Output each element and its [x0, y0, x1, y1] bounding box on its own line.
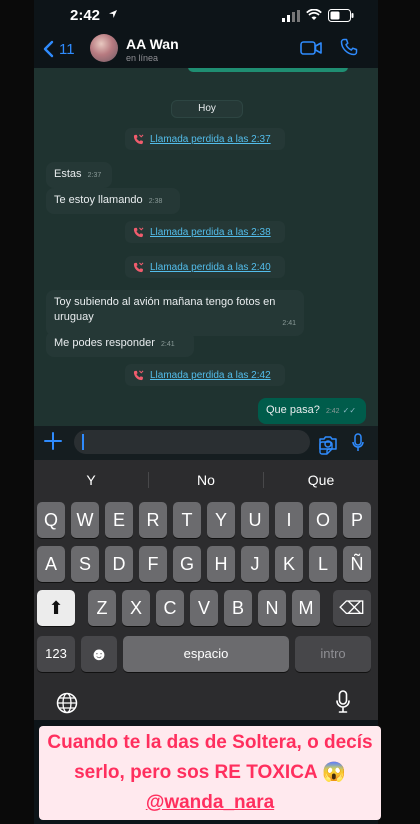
caption-mention[interactable]: @wanda_nara — [146, 792, 274, 813]
battery-icon — [328, 9, 354, 22]
back-button[interactable]: 11 — [42, 40, 75, 58]
caption-line-2: serlo, pero sos RE TOXICA 😱 — [74, 762, 346, 783]
delete-key[interactable]: ⌫ — [333, 590, 371, 626]
missed-call-notice[interactable]: Llamada perdida a las 2:42 — [125, 364, 285, 386]
space-bar[interactable]: espacio — [123, 636, 289, 672]
message-time: 2:42 — [325, 408, 340, 415]
key-l[interactable]: L — [309, 546, 337, 582]
message-input-bar — [34, 426, 378, 460]
missed-call-icon — [133, 370, 144, 380]
emoji-key[interactable]: ☻ — [81, 636, 117, 672]
plus-icon[interactable] — [44, 432, 62, 450]
key-d[interactable]: D — [105, 546, 133, 582]
missed-call-label: Llamada perdida a las 2:40 — [150, 261, 271, 273]
unread-count: 11 — [59, 40, 75, 58]
signal-icon — [282, 10, 300, 22]
globe-icon[interactable] — [56, 692, 78, 714]
message-text: Me podes responder — [54, 337, 155, 349]
key-t[interactable]: T — [173, 502, 201, 538]
key-r[interactable]: R — [139, 502, 167, 538]
status-bar: 2:42 — [34, 0, 378, 32]
suggestion-2[interactable]: No — [149, 470, 263, 490]
chat-area[interactable]: Hoy Llamada perdida a las 2:37 Estas 2:3… — [34, 68, 378, 426]
key-k[interactable]: K — [275, 546, 303, 582]
story-caption: Cuando te la das de Soltera, o decís ser… — [0, 722, 420, 824]
incoming-message[interactable]: Toy subiendo al avión mañana tengo fotos… — [46, 290, 304, 336]
chevron-left-icon — [43, 40, 54, 58]
message-text: Toy subiendo al avión mañana tengo fotos… — [54, 296, 276, 323]
key-n[interactable]: N — [258, 590, 286, 626]
key-w[interactable]: W — [71, 502, 99, 538]
key-s[interactable]: S — [71, 546, 99, 582]
shift-key[interactable]: ⬆ — [37, 590, 75, 626]
chat-header: 11 AA Wan en línea — [34, 32, 378, 68]
suggestion-3[interactable]: Que — [264, 470, 378, 490]
video-call-icon[interactable] — [300, 41, 322, 55]
key-a[interactable]: A — [37, 546, 65, 582]
key-f[interactable]: F — [139, 546, 167, 582]
key-e[interactable]: E — [105, 502, 133, 538]
key-v[interactable]: V — [190, 590, 218, 626]
key-x[interactable]: X — [122, 590, 150, 626]
missed-call-icon — [133, 227, 144, 237]
incoming-message[interactable]: Me podes responder 2:41 — [46, 331, 194, 357]
read-receipt-icon: ✓✓ — [342, 406, 357, 415]
text-cursor — [82, 434, 84, 450]
contact-avatar[interactable] — [90, 34, 118, 62]
numbers-key[interactable]: 123 — [37, 636, 75, 672]
message-time: 2:41 — [282, 320, 296, 327]
message-time: 2:41 — [161, 341, 175, 348]
previous-message-edge — [188, 68, 348, 72]
missed-call-notice[interactable]: Llamada perdida a las 2:37 — [125, 128, 285, 150]
missed-call-icon — [133, 134, 144, 144]
missed-call-label: Llamada perdida a las 2:42 — [150, 369, 271, 381]
date-separator: Hoy — [171, 100, 243, 118]
key-h[interactable]: H — [207, 546, 235, 582]
caption-text: Cuando te la das de Soltera, o decís ser… — [39, 726, 381, 820]
key-c[interactable]: C — [156, 590, 184, 626]
key-j[interactable]: J — [241, 546, 269, 582]
return-key[interactable]: intro — [295, 636, 371, 672]
message-text: Que pasa? — [266, 404, 320, 416]
camera-icon[interactable] — [318, 435, 338, 451]
missed-call-label: Llamada perdida a las 2:37 — [150, 133, 271, 145]
key-m[interactable]: M — [292, 590, 320, 626]
key-g[interactable]: G — [173, 546, 201, 582]
key-o[interactable]: O — [309, 502, 337, 538]
key-p[interactable]: P — [343, 502, 371, 538]
contact-status: en línea — [126, 53, 159, 63]
phone-call-icon[interactable] — [340, 38, 358, 56]
key-y[interactable]: Y — [207, 502, 235, 538]
key-b[interactable]: B — [224, 590, 252, 626]
key-u[interactable]: U — [241, 502, 269, 538]
caption-line-1: Cuando te la das de Soltera, o decís — [47, 732, 373, 753]
keyboard: Y No Que Q W E R T Y U I O P A S D F G H… — [34, 460, 378, 720]
message-time: 2:38 — [148, 198, 163, 205]
message-text: Estas — [54, 168, 82, 180]
incoming-message[interactable]: Te estoy llamando 2:38 — [46, 188, 180, 214]
microphone-icon[interactable] — [352, 433, 364, 452]
wifi-icon — [306, 9, 322, 20]
message-input[interactable] — [74, 430, 333, 455]
message-text: Te estoy llamando — [54, 194, 143, 206]
missed-call-notice[interactable]: Llamada perdida a las 2:40 — [125, 256, 285, 278]
phone-screen: 2:42 11 AA Wan en línea Hoy Llamada perd… — [34, 0, 378, 824]
key-i[interactable]: I — [275, 502, 303, 538]
missed-call-label: Llamada perdida a las 2:38 — [150, 226, 271, 238]
missed-call-notice[interactable]: Llamada perdida a las 2:38 — [125, 221, 285, 243]
message-time: 2:37 — [87, 172, 102, 179]
key-q[interactable]: Q — [37, 502, 65, 538]
key-n-tilde[interactable]: Ñ — [343, 546, 371, 582]
status-time: 2:42 — [70, 7, 101, 24]
location-arrow-icon — [109, 10, 117, 18]
suggestion-1[interactable]: Y — [34, 470, 148, 490]
contact-name[interactable]: AA Wan — [126, 36, 179, 52]
outgoing-message[interactable]: Que pasa? 2:42 ✓✓ — [258, 398, 366, 424]
incoming-message[interactable]: Estas 2:37 — [46, 162, 112, 188]
dictation-microphone-icon[interactable] — [336, 690, 350, 714]
key-z[interactable]: Z — [88, 590, 116, 626]
missed-call-icon — [133, 262, 144, 272]
